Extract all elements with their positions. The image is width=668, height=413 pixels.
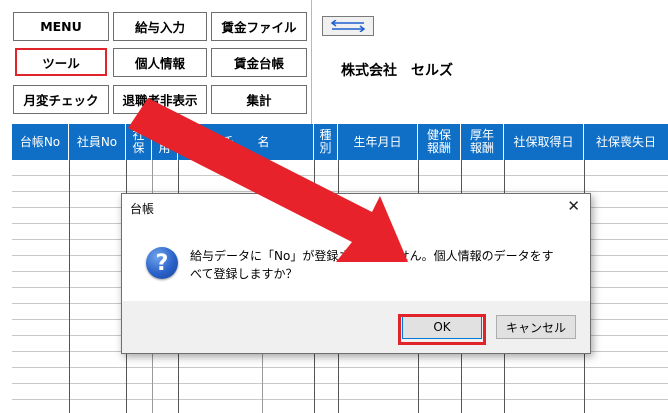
header-insurance-lost-date: 社保喪失日 bbox=[595, 134, 656, 149]
header-employee-no: 社員No bbox=[69, 124, 126, 160]
header-name: 氏 名 bbox=[178, 124, 314, 160]
toolbar-separator bbox=[311, 0, 312, 124]
ok-highlight-box bbox=[398, 314, 486, 345]
header-ledger-no: 台帳No bbox=[12, 124, 69, 160]
question-icon: ? bbox=[146, 247, 178, 279]
table-header: 台帳No 社員No 社 保 雇 用 氏 名 種 別 生年月日 健保 報酬 厚年 … bbox=[12, 124, 668, 160]
close-icon[interactable]: ✕ bbox=[567, 197, 580, 215]
header-social-insurance: 社 保 bbox=[126, 124, 152, 160]
dialog-footer: OK キャンセル bbox=[122, 301, 590, 353]
confirm-dialog: 台帳 ✕ ? 給与データに「No」が登録されていません。個人情報のデータをすべて… bbox=[121, 193, 591, 354]
hide-retired-button[interactable]: 退職者非表示 bbox=[113, 85, 207, 114]
wage-file-button[interactable]: 賃金ファイル bbox=[211, 12, 307, 41]
header-insurance-acquired-date: 社保取得日 bbox=[504, 124, 584, 160]
total-button[interactable]: 集計 bbox=[211, 85, 307, 114]
tool-button[interactable]: ツール bbox=[15, 48, 107, 76]
header-health-remuneration: 健保 報酬 bbox=[418, 124, 461, 160]
monthly-change-check-button[interactable]: 月変チェック bbox=[13, 85, 109, 114]
dialog-title: 台帳 bbox=[130, 202, 155, 216]
company-name: 株式会社 セルズ bbox=[341, 63, 453, 79]
swap-arrows-button[interactable] bbox=[322, 16, 374, 36]
wage-ledger-button[interactable]: 賃金台帳 bbox=[211, 48, 307, 77]
header-type: 種 別 bbox=[314, 124, 338, 160]
dialog-message: 給与データに「No」が登録されていません。個人情報のデータをすべて登録しますか？ bbox=[190, 249, 554, 281]
payroll-input-button[interactable]: 給与入力 bbox=[113, 12, 207, 41]
header-employment: 雇 用 bbox=[152, 124, 178, 160]
menu-button[interactable]: MENU bbox=[13, 12, 109, 41]
column-divider bbox=[69, 160, 70, 413]
header-birthdate: 生年月日 bbox=[338, 124, 418, 160]
cancel-button[interactable]: キャンセル bbox=[496, 315, 576, 339]
personal-info-button[interactable]: 個人情報 bbox=[113, 48, 207, 77]
swap-arrows-icon bbox=[330, 20, 366, 32]
header-pension-remuneration: 厚年 報酬 bbox=[461, 124, 504, 160]
